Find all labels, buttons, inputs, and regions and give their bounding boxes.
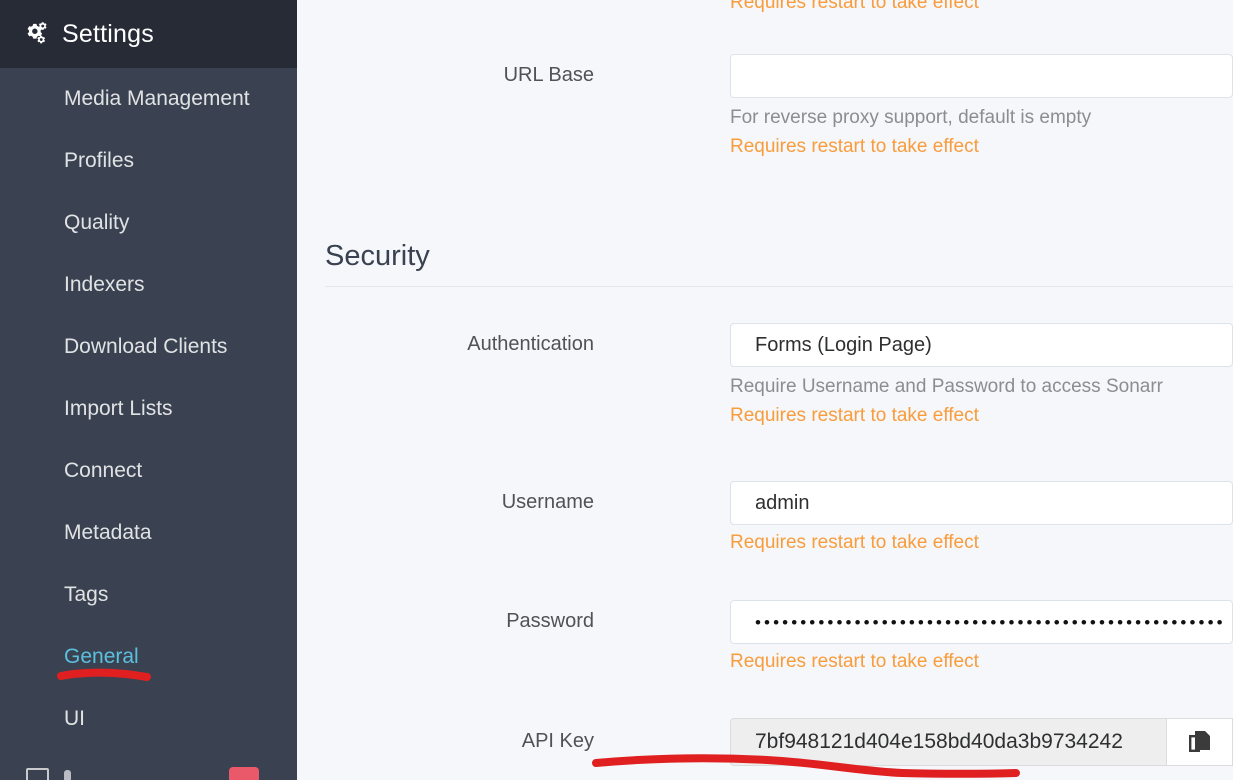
sidebar-item-label: Import Lists bbox=[64, 397, 173, 420]
sidebar-item-label: Tags bbox=[64, 583, 109, 606]
settings-sidebar: Settings Media Management Profiles Quali… bbox=[0, 0, 297, 780]
authentication-help-text: Require Username and Password to access … bbox=[730, 376, 1163, 397]
sidebar-item-label: UI bbox=[64, 707, 85, 730]
authentication-select[interactable]: Forms (Login Page) bbox=[730, 323, 1233, 367]
sidebar-item-media-management[interactable]: Media Management bbox=[0, 68, 297, 130]
sidebar-item-label: General bbox=[64, 645, 139, 668]
sidebar-item-label: Metadata bbox=[64, 521, 152, 544]
sidebar-item-label: Download Clients bbox=[64, 335, 228, 358]
url-base-input[interactable] bbox=[730, 54, 1233, 98]
api-key-copy-button[interactable] bbox=[1167, 718, 1233, 766]
sidebar-item-connect[interactable]: Connect bbox=[0, 440, 297, 502]
password-warning-text: Requires restart to take effect bbox=[730, 651, 979, 672]
url-base-help-text: For reverse proxy support, default is em… bbox=[730, 107, 1092, 128]
username-label: Username bbox=[501, 491, 594, 513]
security-heading: Security bbox=[325, 240, 430, 272]
monitor-icon bbox=[26, 768, 49, 780]
copy-icon bbox=[1188, 731, 1210, 752]
sidebar-item-profiles[interactable]: Profiles bbox=[0, 130, 297, 192]
authentication-warning-text: Requires restart to take effect bbox=[730, 405, 979, 426]
authentication-label: Authentication bbox=[467, 333, 594, 355]
sidebar-item-metadata[interactable]: Metadata bbox=[0, 502, 297, 564]
sidebar-item-import-lists[interactable]: Import Lists bbox=[0, 378, 297, 440]
sidebar-header: Settings bbox=[0, 0, 297, 68]
api-key-input[interactable]: 7bf948121d404e158bd40da3b9734242 bbox=[730, 718, 1167, 766]
sidebar-item-indexers[interactable]: Indexers bbox=[0, 254, 297, 316]
cogs-icon bbox=[27, 22, 47, 44]
sidebar-item-label: Profiles bbox=[64, 149, 135, 172]
sidebar-item-ui[interactable]: UI bbox=[0, 688, 297, 750]
sidebar-item-label: Connect bbox=[64, 459, 143, 482]
sidebar-item-general[interactable]: General bbox=[0, 626, 297, 688]
sidebar-item-tags[interactable]: Tags bbox=[0, 564, 297, 626]
username-input[interactable]: admin bbox=[730, 481, 1233, 525]
url-base-warning-text: Requires restart to take effect bbox=[730, 136, 979, 157]
sidebar-item-label: Indexers bbox=[64, 273, 145, 296]
notification-badge bbox=[229, 767, 259, 780]
sidebar-item-quality[interactable]: Quality bbox=[0, 192, 297, 254]
person-icon bbox=[64, 770, 71, 780]
restart-warning-text: Requires restart to take effect bbox=[730, 0, 979, 13]
section-divider bbox=[325, 286, 1233, 287]
sidebar-item-download-clients[interactable]: Download Clients bbox=[0, 316, 297, 378]
url-base-label: URL Base bbox=[503, 64, 594, 86]
sidebar-title: Settings bbox=[62, 19, 154, 48]
settings-content: Requires restart to take effect URL Base… bbox=[297, 0, 1233, 780]
sidebar-item-label: Media Management bbox=[64, 87, 250, 110]
password-input[interactable]: ••••••••••••••••••••••••••••••••••••••••… bbox=[730, 600, 1233, 644]
sidebar-item-label: Quality bbox=[64, 211, 130, 234]
sidebar-bottom-widget[interactable] bbox=[0, 766, 297, 780]
security-section: Security bbox=[325, 240, 1233, 287]
username-warning-text: Requires restart to take effect bbox=[730, 532, 979, 553]
password-masked-value: ••••••••••••••••••••••••••••••••••••••••… bbox=[755, 612, 1226, 632]
password-label: Password bbox=[506, 610, 594, 632]
api-key-label: API Key bbox=[521, 730, 594, 752]
